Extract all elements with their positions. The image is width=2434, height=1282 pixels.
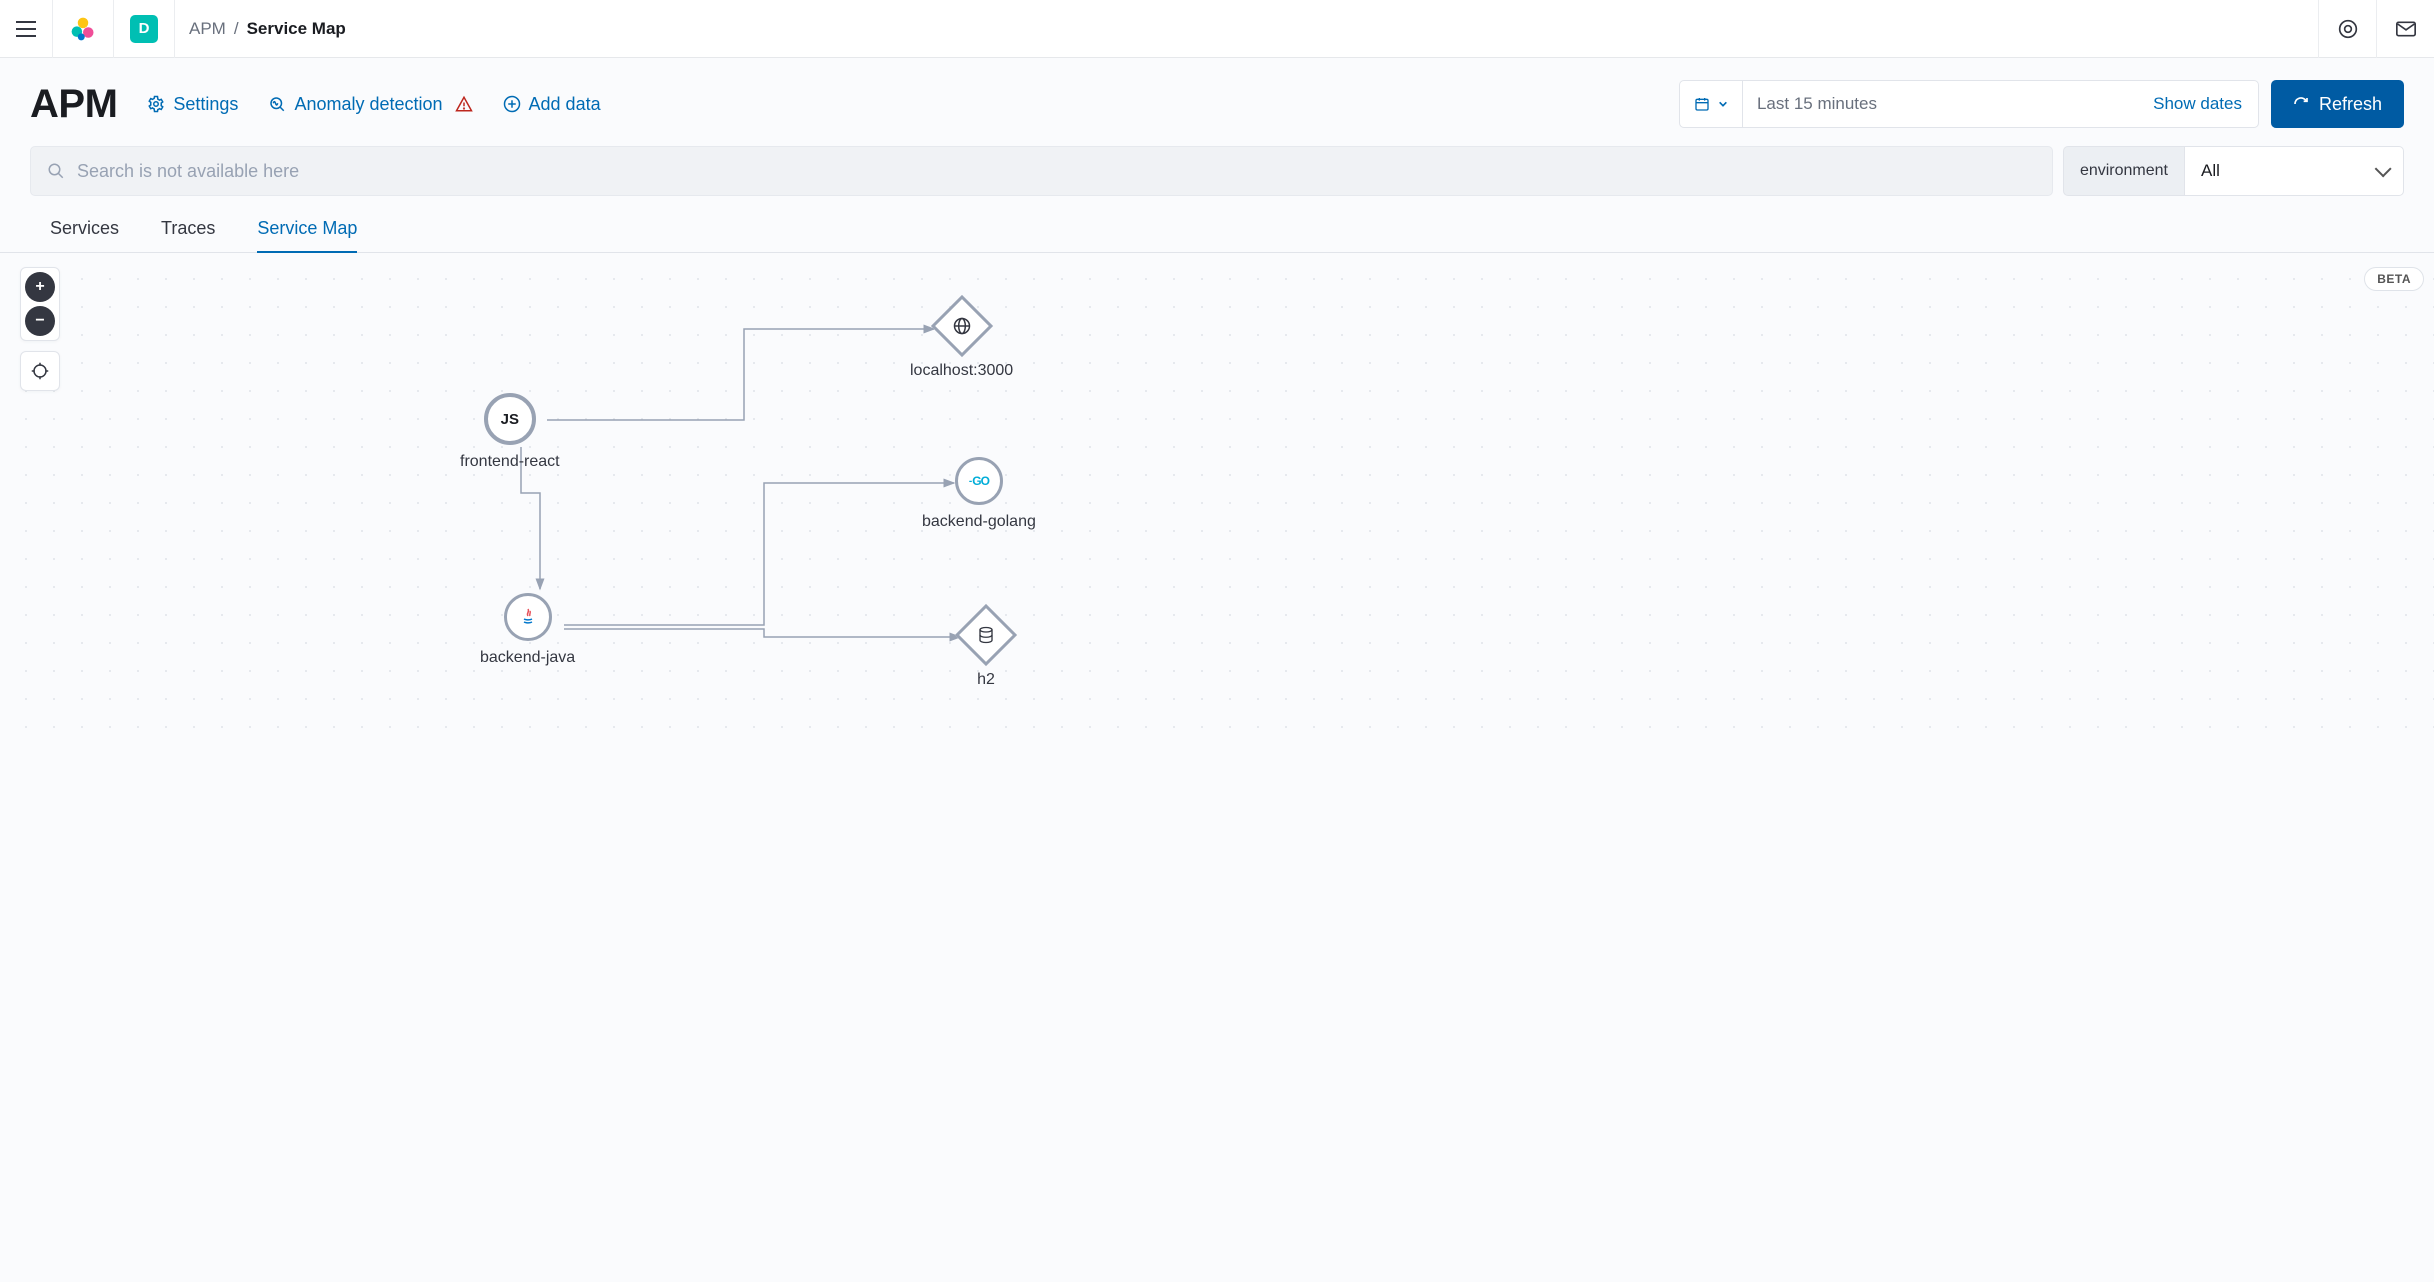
zoom-out-button[interactable]: − (25, 306, 55, 336)
elastic-logo-icon[interactable] (69, 15, 97, 43)
page-header: APM Settings Anomaly detection Add data … (0, 58, 2434, 128)
breadcrumb-current: Service Map (247, 19, 346, 39)
search-placeholder: Search is not available here (77, 161, 299, 182)
tabs: Services Traces Service Map (0, 196, 2434, 253)
search-icon (47, 162, 65, 180)
search-input: Search is not available here (30, 146, 2053, 196)
breadcrumb: APM / Service Map (175, 19, 346, 39)
globe-icon (930, 295, 992, 357)
node-label: localhost:3000 (910, 362, 1013, 380)
node-h2[interactable]: h2 (964, 607, 1008, 689)
time-picker: Last 15 minutes Show dates (1679, 80, 2259, 128)
node-backend-java[interactable]: backend-java (480, 593, 575, 667)
recenter-button[interactable] (25, 356, 55, 386)
tab-services[interactable]: Services (50, 210, 119, 252)
time-picker-value[interactable]: Last 15 minutes (1743, 81, 2137, 127)
add-data-link[interactable]: Add data (503, 94, 601, 115)
node-backend-golang[interactable]: -GO backend-golang (922, 457, 1036, 531)
anomaly-icon (268, 95, 286, 113)
anomaly-link[interactable]: Anomaly detection (268, 94, 472, 115)
node-label: frontend-react (460, 453, 560, 471)
page-title: APM (30, 82, 117, 127)
tab-service-map[interactable]: Service Map (257, 210, 357, 253)
settings-label: Settings (173, 94, 238, 115)
plus-circle-icon (503, 95, 521, 113)
refresh-icon (2293, 96, 2309, 112)
space-badge[interactable]: D (130, 15, 158, 43)
show-dates-link[interactable]: Show dates (2137, 81, 2258, 127)
menu-icon[interactable] (16, 21, 36, 37)
top-bar: D APM / Service Map (0, 0, 2434, 58)
js-icon: JS (484, 393, 536, 445)
calendar-icon (1694, 96, 1710, 112)
help-icon[interactable] (2318, 0, 2376, 58)
service-map-edges (0, 253, 2434, 733)
node-frontend-react[interactable]: JS frontend-react (460, 393, 560, 471)
warning-icon (455, 95, 473, 113)
node-label: h2 (964, 671, 1008, 689)
zoom-in-button[interactable]: + (25, 272, 55, 302)
java-icon (504, 593, 552, 641)
crosshair-icon (31, 362, 49, 380)
go-icon: -GO (955, 457, 1003, 505)
gear-icon (147, 95, 165, 113)
refresh-button[interactable]: Refresh (2271, 80, 2404, 128)
anomaly-label: Anomaly detection (294, 94, 442, 115)
node-localhost-3000[interactable]: localhost:3000 (910, 298, 1013, 380)
node-label: backend-golang (922, 513, 1036, 531)
search-row: Search is not available here environment… (0, 128, 2434, 196)
breadcrumb-root[interactable]: APM (189, 19, 226, 39)
service-map-canvas[interactable]: + − BETA JS frontend-react b (0, 253, 2434, 733)
environment-label: environment (2063, 146, 2184, 196)
zoom-controls: + − (20, 267, 60, 341)
environment-select[interactable]: All (2184, 146, 2404, 196)
chevron-down-icon (1718, 99, 1728, 109)
node-label: backend-java (480, 649, 575, 667)
mail-icon[interactable] (2376, 0, 2434, 58)
settings-link[interactable]: Settings (147, 94, 238, 115)
database-icon (955, 604, 1017, 666)
tab-traces[interactable]: Traces (161, 210, 215, 252)
beta-badge: BETA (2364, 267, 2424, 291)
time-picker-quick[interactable] (1680, 81, 1743, 127)
breadcrumb-sep: / (234, 19, 239, 39)
refresh-label: Refresh (2319, 94, 2382, 115)
add-data-label: Add data (529, 94, 601, 115)
environment-filter: environment All (2063, 146, 2404, 196)
